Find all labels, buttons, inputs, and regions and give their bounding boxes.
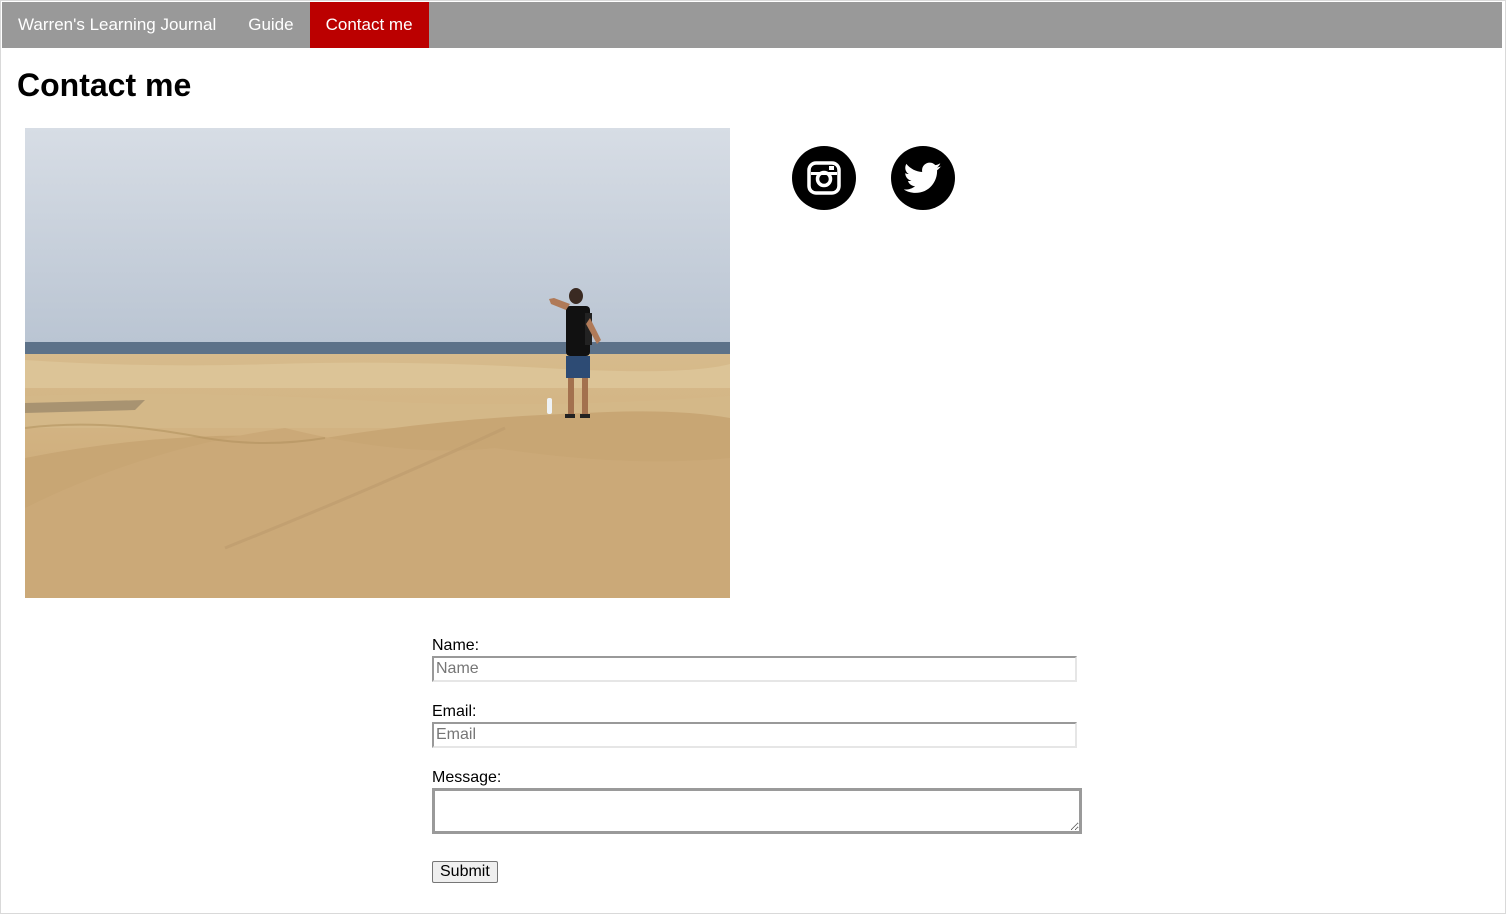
message-textarea[interactable]: [432, 788, 1082, 834]
nav-item-guide[interactable]: Guide: [232, 2, 309, 48]
name-input[interactable]: [432, 656, 1077, 682]
instagram-icon: [807, 161, 841, 195]
twitter-icon: [904, 162, 942, 193]
dunes-photo-image: [25, 128, 730, 598]
twitter-link[interactable]: [891, 146, 955, 210]
submit-button[interactable]: Submit: [432, 861, 498, 883]
nav-item-contact[interactable]: Contact me: [309, 2, 429, 48]
email-input[interactable]: [432, 722, 1077, 748]
page-title: Contact me: [17, 67, 192, 103]
top-navigation: Warren's Learning Journal Guide Contact …: [2, 2, 1502, 48]
nav-item-home[interactable]: Warren's Learning Journal: [2, 2, 232, 48]
instagram-link[interactable]: [792, 146, 856, 210]
name-label: Name:: [432, 637, 480, 654]
page-frame: Warren's Learning Journal Guide Contact …: [0, 0, 1506, 914]
message-label: Message:: [432, 769, 502, 786]
email-label: Email:: [432, 703, 477, 720]
contact-form: Name: Email: Message: Submit: [432, 637, 1082, 883]
contact-photo: [25, 128, 730, 598]
